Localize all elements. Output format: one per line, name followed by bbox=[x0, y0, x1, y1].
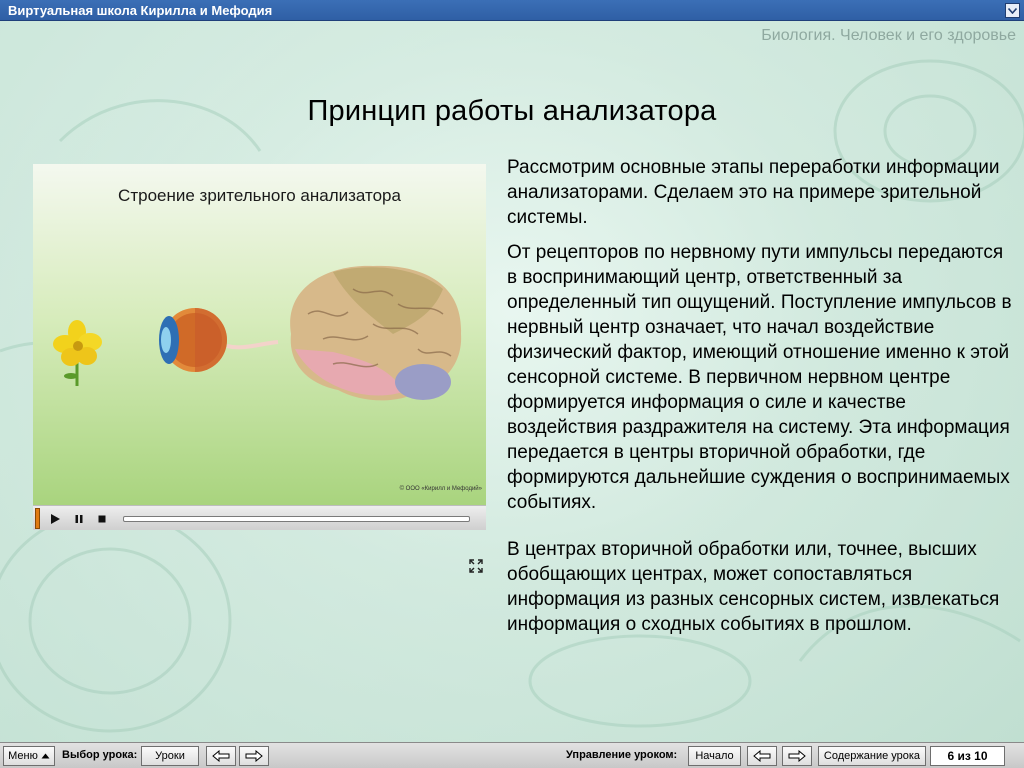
flower-icon bbox=[53, 320, 102, 386]
progress-marker[interactable] bbox=[35, 508, 40, 529]
lessons-button-label: Уроки bbox=[155, 750, 185, 762]
lesson-paragraph: В центрах вторичной обработки или, точне… bbox=[507, 539, 1000, 635]
previous-lesson-button[interactable] bbox=[206, 746, 236, 766]
lesson-paragraph: От рецепторов по нервному пути импульсы … bbox=[507, 242, 1012, 513]
pause-icon bbox=[75, 515, 83, 523]
chevron-down-icon bbox=[1008, 7, 1017, 14]
page-counter: 6 из 10 bbox=[930, 746, 1005, 766]
arrow-left-icon bbox=[212, 750, 230, 762]
arrow-right-icon bbox=[788, 750, 806, 762]
lesson-contents-button[interactable]: Содержание урока bbox=[818, 746, 926, 766]
subject-title: Биология. Человек и его здоровье bbox=[761, 27, 1016, 44]
arrow-right-icon bbox=[245, 750, 263, 762]
page-title: Принцип работы анализатора bbox=[307, 95, 717, 127]
menu-button[interactable]: Меню bbox=[3, 746, 55, 766]
window-dropdown-button[interactable] bbox=[1005, 3, 1020, 18]
media-copyright: © ООО «Кирилл и Мефодий» bbox=[399, 486, 482, 492]
lesson-text: Рассмотрим основные этапы переработки ин… bbox=[507, 155, 1012, 647]
expand-icon[interactable] bbox=[468, 558, 484, 574]
lesson-control-label: Управление уроком: bbox=[566, 749, 678, 761]
play-button[interactable] bbox=[47, 511, 63, 527]
lesson-paragraph: Рассмотрим основные этапы переработки ин… bbox=[507, 157, 1000, 228]
lesson-select-label: Выбор урока: bbox=[62, 749, 138, 761]
media-player: Строение зрительного анализатора © ООО «… bbox=[33, 164, 486, 530]
window-titlebar: Виртуальная школа Кирилла и Мефодия bbox=[0, 0, 1024, 21]
window-title: Виртуальная школа Кирилла и Мефодия bbox=[8, 2, 273, 18]
media-controls bbox=[33, 505, 486, 530]
next-page-button[interactable] bbox=[782, 746, 812, 766]
pause-button[interactable] bbox=[71, 511, 87, 527]
play-icon bbox=[51, 514, 60, 524]
lesson-contents-label: Содержание урока bbox=[823, 750, 921, 762]
visual-analyzer-illustration bbox=[53, 265, 462, 401]
lesson-page: Биология. Человек и его здоровье Принцип… bbox=[0, 21, 1024, 742]
triangle-up-icon bbox=[41, 753, 50, 759]
next-lesson-button[interactable] bbox=[239, 746, 269, 766]
brain-icon bbox=[290, 265, 462, 401]
start-button[interactable]: Начало bbox=[688, 746, 741, 766]
previous-page-button[interactable] bbox=[747, 746, 777, 766]
arrow-left-icon bbox=[753, 750, 771, 762]
media-screen: Строение зрительного анализатора © ООО «… bbox=[33, 164, 486, 505]
stop-button[interactable] bbox=[94, 511, 110, 527]
eye-icon bbox=[159, 308, 279, 372]
menu-button-label: Меню bbox=[8, 750, 38, 762]
start-button-label: Начало bbox=[695, 750, 734, 762]
lessons-button[interactable]: Уроки bbox=[141, 746, 199, 766]
bottom-toolbar: Меню Выбор урока: Уроки Управление уроко… bbox=[0, 742, 1024, 768]
media-progress-track[interactable] bbox=[123, 516, 470, 522]
stop-icon bbox=[98, 515, 106, 523]
